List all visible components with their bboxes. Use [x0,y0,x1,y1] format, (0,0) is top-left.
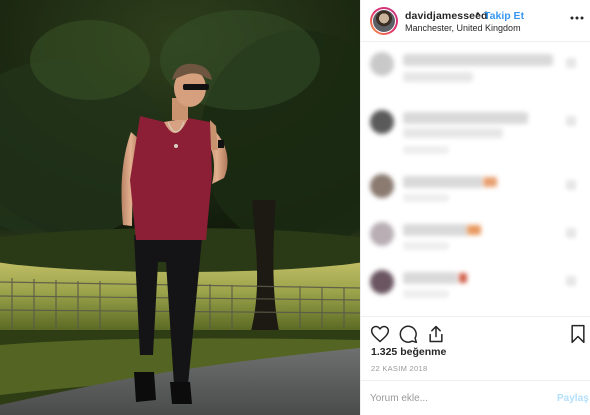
list-item [361,46,590,96]
separator-dot: • [476,9,480,20]
likes-count[interactable]: 1.325 beğenme [371,346,446,358]
list-item [361,168,590,218]
post-header: davidjamesseed • Takip Et Manchester, Un… [361,0,590,42]
photo-scene [0,0,360,415]
share-icon[interactable] [426,324,446,344]
list-item [361,104,590,154]
comment-input[interactable] [370,389,540,407]
post-comment-button[interactable]: Paylaş [557,393,589,404]
location-link[interactable]: Manchester, United Kingdom [405,23,521,33]
list-item [361,264,590,314]
comment-form: Paylaş [361,380,590,415]
post-side-panel: davidjamesseed • Takip Et Manchester, Un… [360,0,590,415]
comment-bubble-icon[interactable] [398,324,418,344]
heart-icon[interactable] [370,324,390,344]
post-date: 22 KASIM 2018 [371,364,428,373]
follow-button[interactable]: Takip Et [484,10,524,22]
list-item [361,216,590,266]
more-options-icon[interactable] [570,15,584,21]
bookmark-icon[interactable] [568,324,588,344]
avatar[interactable] [370,7,398,35]
comments-list [361,42,590,316]
post-photo[interactable] [0,0,360,415]
